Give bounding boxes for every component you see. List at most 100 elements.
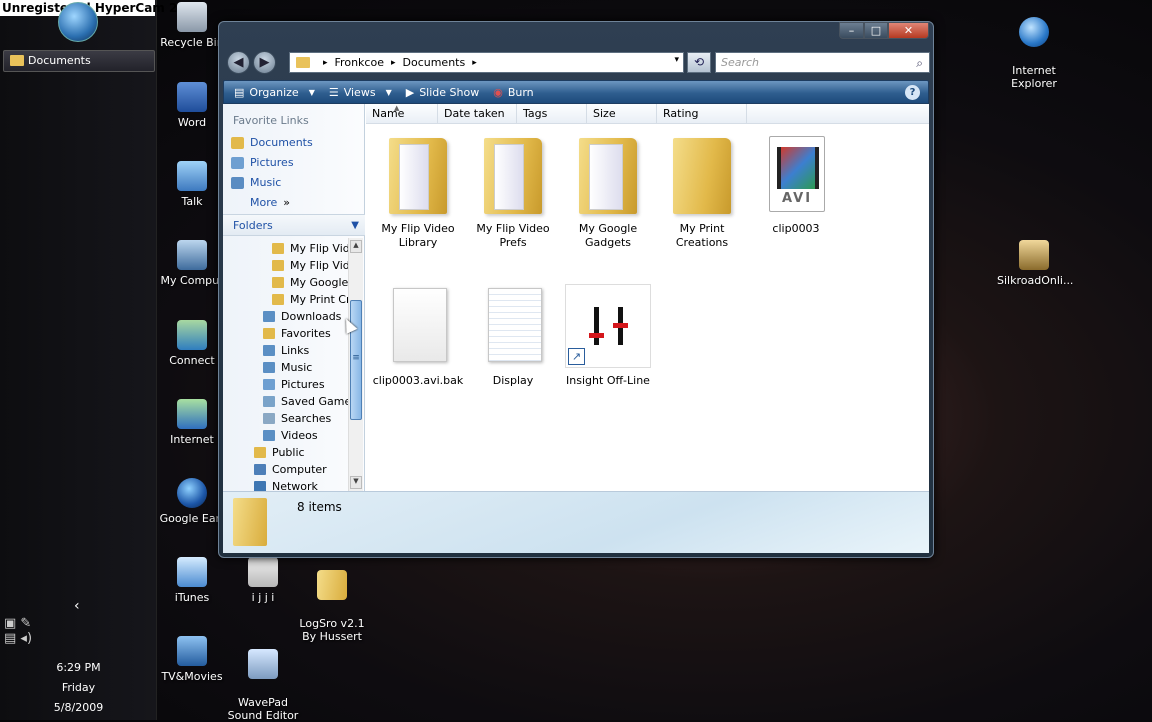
column-header-label: Rating — [663, 107, 699, 120]
sort-indicator-icon: ▲ — [394, 104, 400, 112]
tree-item[interactable]: Computer — [254, 461, 327, 478]
favorite-link-music[interactable]: Music — [231, 176, 281, 189]
connect-icon — [177, 320, 207, 350]
clock-day: Friday — [61, 681, 96, 694]
file-item[interactable]: clip0003.avi.bak — [370, 284, 466, 388]
back-button[interactable]: ◀ — [227, 51, 250, 74]
desktop-icon-ijji[interactable]: i j j i — [226, 557, 300, 604]
maximize-button[interactable]: □ — [864, 22, 888, 39]
tree-item-label: Favorites — [281, 327, 331, 340]
breadcrumb-documents[interactable]: Documents — [403, 56, 466, 69]
system-tray-icons[interactable]: ▣ ✎ ▤ ◂) — [4, 616, 44, 646]
column-header-tags[interactable]: Tags — [517, 104, 587, 124]
tree-item[interactable]: Music — [263, 359, 312, 376]
tv-icon — [177, 636, 207, 666]
scroll-down-icon[interactable]: ▼ — [350, 476, 362, 489]
text-document-icon — [488, 288, 542, 362]
tree-item[interactable]: Links — [263, 342, 309, 359]
search-input[interactable]: Search ⌕ — [715, 52, 930, 73]
folder-icon — [272, 277, 284, 288]
tree-item[interactable]: Searches — [263, 410, 331, 427]
column-header-label: Name — [372, 107, 405, 120]
desktop-icon-label: Internet — [170, 433, 214, 446]
tree-item[interactable]: Downloads — [263, 308, 341, 325]
tree-item[interactable]: My Flip Vide — [272, 257, 349, 274]
collapse-tray-icon[interactable]: ‹ — [74, 598, 80, 614]
tree-item[interactable]: Pictures — [263, 376, 325, 393]
address-bar[interactable]: ▸ Fronkcoe ▸ Documents ▸ ▾ — [289, 52, 684, 73]
burn-button[interactable]: ◉ Burn — [493, 86, 533, 99]
desktop-icon-wavepad[interactable]: WavePad Sound Editor — [226, 636, 300, 722]
tree-item-label: Pictures — [281, 378, 325, 391]
tree-item[interactable]: Saved Games — [263, 393, 349, 410]
start-orb-icon[interactable] — [58, 2, 98, 42]
taskbar-button-documents[interactable]: Documents — [3, 50, 155, 72]
help-button[interactable]: ? — [905, 85, 920, 100]
desktop-icon-itunes[interactable]: iTunes — [155, 557, 229, 604]
column-header-rating[interactable]: Rating — [657, 104, 747, 124]
file-item[interactable]: My Google Gadgets — [560, 132, 656, 250]
clock[interactable]: 6:29 PM Friday 5/8/2009 — [0, 658, 157, 718]
tree-item[interactable]: My Print Cre — [272, 291, 349, 308]
tree-item-label: Music — [281, 361, 313, 374]
tree-item[interactable]: Network — [254, 478, 318, 491]
tree-item-label: Searches — [281, 412, 332, 425]
file-item-label: Insight Off-Line — [566, 374, 650, 387]
ijji-icon — [248, 557, 278, 587]
folders-header[interactable]: Folders ▼ — [223, 214, 365, 236]
desktop-icon-internet-explorer[interactable]: Internet Explorer — [997, 4, 1071, 90]
details-pane: 8 items — [223, 491, 929, 553]
shortcut-arrow-icon: ↗ — [568, 348, 585, 365]
favorite-link-pictures[interactable]: Pictures — [231, 156, 294, 169]
desktop-icon-label: TV&Movies — [161, 670, 223, 683]
search-icon[interactable]: ⌕ — [916, 54, 923, 73]
file-item[interactable]: My Print Creations — [654, 132, 750, 250]
file-item[interactable]: My Flip Video Library — [370, 132, 466, 250]
tree-item[interactable]: Public — [254, 444, 305, 461]
talk-icon — [177, 161, 207, 191]
navigation-bar: ◀ ▶ ▸ Fronkcoe ▸ Documents ▸ ▾ ⟲ Search … — [225, 50, 930, 76]
tree-item[interactable]: My Flip Vide — [272, 240, 349, 257]
avi-badge: AVI — [781, 191, 813, 206]
refresh-button[interactable]: ⟲ — [687, 52, 711, 73]
column-header-date-taken[interactable]: Date taken — [438, 104, 517, 124]
folder-tree-scrollbar[interactable]: ▲ ≡ ▼ — [348, 238, 363, 491]
tree-item[interactable]: My Google G — [272, 274, 349, 291]
slideshow-icon: ▶ — [405, 85, 415, 99]
slideshow-button[interactable]: ▶ Slide Show — [406, 86, 480, 99]
desktop-icon-silkroad[interactable]: SilkroadOnli... — [997, 240, 1073, 287]
favorite-link-label: Documents — [250, 136, 313, 149]
tree-item-label: Downloads — [281, 310, 342, 323]
internet-icon — [177, 399, 207, 429]
favorite-links-more[interactable]: More » — [250, 196, 290, 209]
close-button[interactable]: ✕ — [888, 22, 929, 39]
itunes-icon — [177, 557, 207, 587]
file-item[interactable]: ↗ Insight Off-Line — [560, 284, 656, 388]
searches-icon — [263, 413, 275, 424]
tree-item-label: Computer — [272, 463, 327, 476]
column-header-size[interactable]: Size — [587, 104, 657, 124]
back-arrow-icon: ◀ — [233, 55, 244, 70]
desktop-icon-logsro[interactable]: LogSro v2.1 By Hussert — [295, 557, 369, 643]
column-header-name[interactable]: ▲ Name — [366, 104, 438, 124]
forward-button[interactable]: ▶ — [253, 51, 276, 74]
desktop-icon-tv-movies[interactable]: TV&Movies — [155, 636, 229, 683]
breadcrumb-fronkcoe[interactable]: Fronkcoe — [335, 56, 384, 69]
favorite-links-title: Favorite Links — [233, 114, 309, 127]
desktop-icon-label: i j j i — [251, 591, 275, 604]
address-dropdown-icon[interactable]: ▾ — [674, 55, 679, 65]
tree-item-label: My Flip Vide — [290, 242, 349, 255]
file-item[interactable]: AVI clip0003 — [748, 132, 844, 236]
file-item[interactable]: Display — [465, 284, 561, 388]
tree-item[interactable]: Videos — [263, 427, 318, 444]
organize-label: Organize — [249, 85, 299, 99]
organize-button[interactable]: ▤ Organize ▼ — [234, 86, 315, 99]
desktop-icon-label: LogSro v2.1 By Hussert — [299, 617, 365, 643]
views-button[interactable]: ☰ Views ▼ — [329, 86, 392, 99]
scroll-up-icon[interactable]: ▲ — [350, 240, 362, 253]
minimize-button[interactable]: – — [839, 22, 864, 39]
file-item[interactable]: My Flip Video Prefs — [465, 132, 561, 250]
favorite-link-documents[interactable]: Documents — [231, 136, 313, 149]
tree-item[interactable]: Favorites — [263, 325, 331, 342]
folder-icon — [484, 138, 542, 214]
